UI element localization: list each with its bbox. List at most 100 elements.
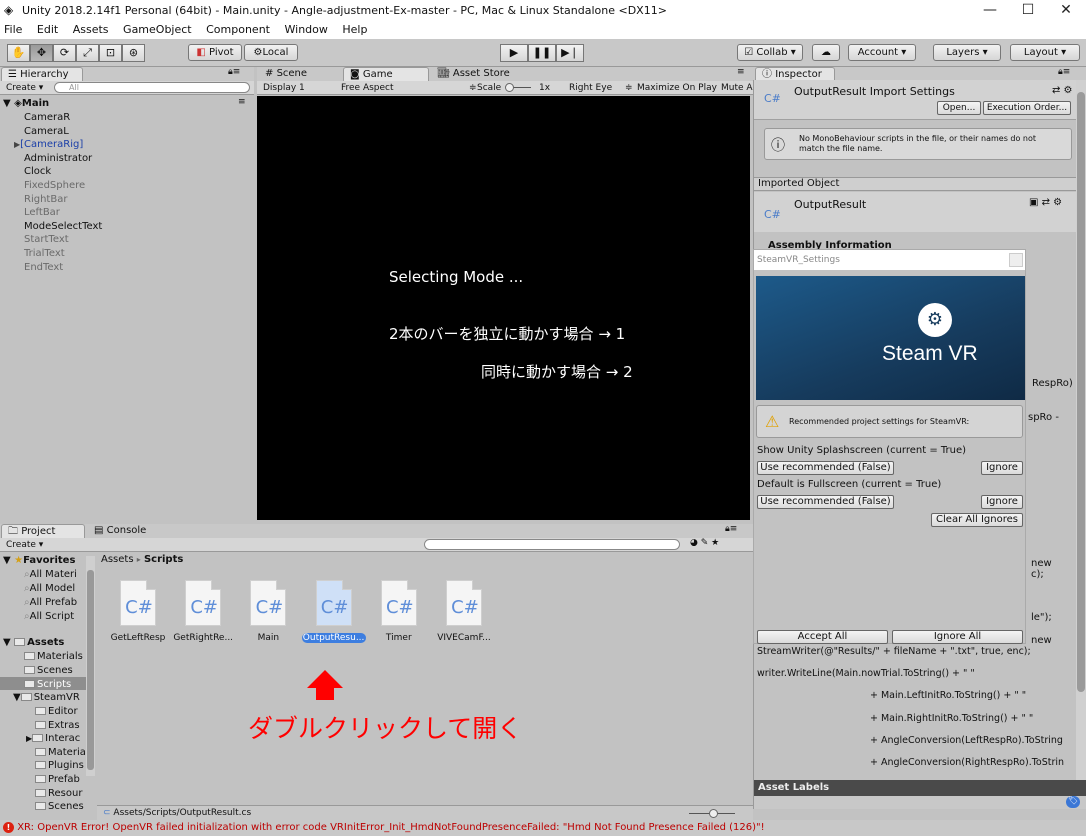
- tab-console[interactable]: ▤ Console: [88, 524, 152, 538]
- hierarchy-item[interactable]: RightBar: [24, 193, 67, 206]
- scale-slider-thumb[interactable]: [505, 83, 514, 92]
- menu-gameobject[interactable]: GameObject: [123, 23, 192, 36]
- menu-file[interactable]: File: [4, 23, 22, 36]
- rotate-tool-icon[interactable]: ⟳: [53, 44, 76, 62]
- step-icon[interactable]: ▶❘: [556, 44, 584, 62]
- mute-audio-toggle[interactable]: Mute A: [721, 82, 753, 94]
- status-bar[interactable]: ! XR: OpenVR Error! OpenVR failed initia…: [0, 820, 1086, 836]
- hierarchy-item[interactable]: StartText: [24, 233, 69, 246]
- open-button[interactable]: Open...: [937, 101, 981, 115]
- script-file-label[interactable]: VIVECamF...: [429, 633, 499, 643]
- script-file-label[interactable]: Timer: [364, 633, 434, 643]
- steamvr-subfolder[interactable]: Editor: [35, 705, 78, 719]
- breadcrumb-scripts[interactable]: Scripts: [144, 554, 183, 565]
- hierarchy-item[interactable]: ModeSelectText: [24, 220, 102, 233]
- folder-materials[interactable]: Materials: [24, 650, 83, 664]
- folder-scenes[interactable]: Scenes: [24, 664, 73, 678]
- tree-scroll-thumb[interactable]: [87, 570, 94, 770]
- hierarchy-item[interactable]: LeftBar: [24, 206, 60, 219]
- inspector-scrollbar[interactable]: [1076, 80, 1086, 780]
- close-button[interactable]: ✕: [1046, 2, 1086, 18]
- tab-scene[interactable]: # Scene: [259, 67, 313, 81]
- display-dropdown[interactable]: Display 1: [263, 82, 305, 94]
- layout-dropdown[interactable]: Layout ▾: [1010, 44, 1080, 61]
- assets-node[interactable]: ▼ Assets: [3, 636, 64, 650]
- label-tag-icon[interactable]: 🏷︎: [1066, 796, 1080, 808]
- clear-all-ignores-button[interactable]: Clear All Ignores: [931, 513, 1023, 527]
- layers-dropdown[interactable]: Layers ▾: [933, 44, 1001, 61]
- transform-tool-icon[interactable]: ⊛: [122, 44, 145, 62]
- fav-all-prefabs[interactable]: ⌕All Prefab: [24, 596, 77, 610]
- use-recommended-splash-button[interactable]: Use recommended (False): [757, 461, 894, 475]
- hierarchy-create-button[interactable]: Create ▾: [6, 82, 43, 94]
- favorites-node[interactable]: ▼ ★Favorites: [3, 554, 75, 568]
- game-view[interactable]: Selecting Mode ... 2本のバーを独立に動かす場合 → 1 同時…: [257, 96, 750, 520]
- hierarchy-item[interactable]: ▶[CameraRig]: [14, 138, 83, 151]
- script-file-label[interactable]: GetLeftResp: [103, 633, 173, 643]
- hierarchy-item[interactable]: EndText: [24, 261, 63, 274]
- pivot-button[interactable]: ◧ Pivot: [188, 44, 242, 61]
- project-create-button[interactable]: Create ▾: [6, 539, 43, 551]
- scene-root[interactable]: ▼ ◈Main: [3, 97, 49, 110]
- tab-hierarchy[interactable]: ☰ Hierarchy: [1, 67, 83, 81]
- steamvr-subfolder[interactable]: Resour: [35, 787, 82, 801]
- hierarchy-search-input[interactable]: All: [54, 82, 250, 93]
- steamvr-subfolder[interactable]: Prefab: [35, 773, 80, 787]
- cloud-icon[interactable]: ☁: [812, 44, 840, 61]
- project-search-input[interactable]: [424, 539, 680, 550]
- tab-asset-store[interactable]: 🏬︎ Asset Store: [431, 67, 516, 81]
- lock-icon[interactable]: 🔒︎≡: [228, 67, 240, 77]
- account-dropdown[interactable]: Account ▾: [848, 44, 916, 61]
- maximize-on-play-toggle[interactable]: Maximize On Play: [637, 82, 717, 94]
- steamvr-subfolder[interactable]: Scenes: [35, 800, 84, 814]
- settings-gear-icon[interactable]: ⇄ ⚙: [1052, 85, 1073, 96]
- hierarchy-item[interactable]: TrialText: [24, 247, 65, 260]
- scene-menu-icon[interactable]: ≡: [238, 97, 246, 107]
- eye-dropdown[interactable]: Right Eye: [569, 82, 612, 94]
- inspector-lock-icon[interactable]: 🔒︎≡: [1058, 67, 1070, 77]
- scale-tool-icon[interactable]: ⤢: [76, 44, 99, 62]
- accept-all-button[interactable]: Accept All: [757, 630, 888, 644]
- script-file-label[interactable]: Main: [233, 633, 303, 643]
- hierarchy-item[interactable]: Administrator: [24, 152, 92, 165]
- play-icon[interactable]: ▶: [500, 44, 528, 62]
- pause-icon[interactable]: ❚❚: [528, 44, 556, 62]
- minimize-button[interactable]: —: [970, 2, 1010, 18]
- hierarchy-item[interactable]: Clock: [24, 165, 51, 178]
- script-file-label[interactable]: OutputResu...: [301, 633, 366, 643]
- folder-scripts[interactable]: Scripts: [24, 678, 71, 692]
- steamvr-close-icon[interactable]: [1009, 253, 1023, 267]
- aspect-dropdown[interactable]: Free Aspect: [341, 82, 394, 94]
- folder-steamvr[interactable]: ▼ SteamVR: [13, 691, 80, 705]
- steamvr-subfolder[interactable]: Extras: [35, 719, 80, 733]
- tab-inspector[interactable]: ⓘ Inspector: [755, 67, 835, 81]
- tree-scrollbar[interactable]: [86, 556, 95, 776]
- hierarchy-item[interactable]: CameraL: [24, 125, 69, 138]
- maximize-button[interactable]: ☐: [1008, 2, 1048, 18]
- csharp-script-icon[interactable]: C#: [380, 580, 417, 626]
- fav-all-scripts[interactable]: ⌕All Script: [24, 610, 74, 624]
- view-menu-icon[interactable]: ≡: [737, 67, 745, 77]
- steamvr-subfolder[interactable]: Materia: [35, 746, 86, 760]
- local-button[interactable]: ⚙Local: [244, 44, 298, 61]
- ignore-all-button[interactable]: Ignore All: [892, 630, 1023, 644]
- tab-project[interactable]: 🗀︎ Project: [1, 524, 85, 538]
- collab-button[interactable]: ☑ Collab ▾: [737, 44, 803, 61]
- move-tool-icon[interactable]: ✥: [30, 44, 53, 62]
- inspector-scroll-thumb[interactable]: [1077, 92, 1085, 692]
- tab-game[interactable]: ◙ Game: [343, 67, 429, 81]
- execution-order-button[interactable]: Execution Order...: [983, 101, 1071, 115]
- menu-help[interactable]: Help: [342, 23, 367, 36]
- fav-all-models[interactable]: ⌕All Model: [24, 582, 75, 596]
- project-lock-icon[interactable]: 🔒︎≡: [725, 524, 737, 534]
- menu-edit[interactable]: Edit: [37, 23, 58, 36]
- hand-tool-icon[interactable]: ✋: [7, 44, 30, 62]
- csharp-script-icon[interactable]: C#: [120, 580, 156, 626]
- csharp-script-icon[interactable]: C#: [446, 580, 482, 626]
- fav-all-materials[interactable]: ⌕All Materi: [24, 568, 77, 582]
- hierarchy-item[interactable]: FixedSphere: [24, 179, 85, 192]
- use-recommended-fullscreen-button[interactable]: Use recommended (False): [757, 495, 894, 509]
- menu-component[interactable]: Component: [206, 23, 270, 36]
- script-file-label[interactable]: GetRightRe...: [168, 633, 238, 643]
- menu-assets[interactable]: Assets: [73, 23, 109, 36]
